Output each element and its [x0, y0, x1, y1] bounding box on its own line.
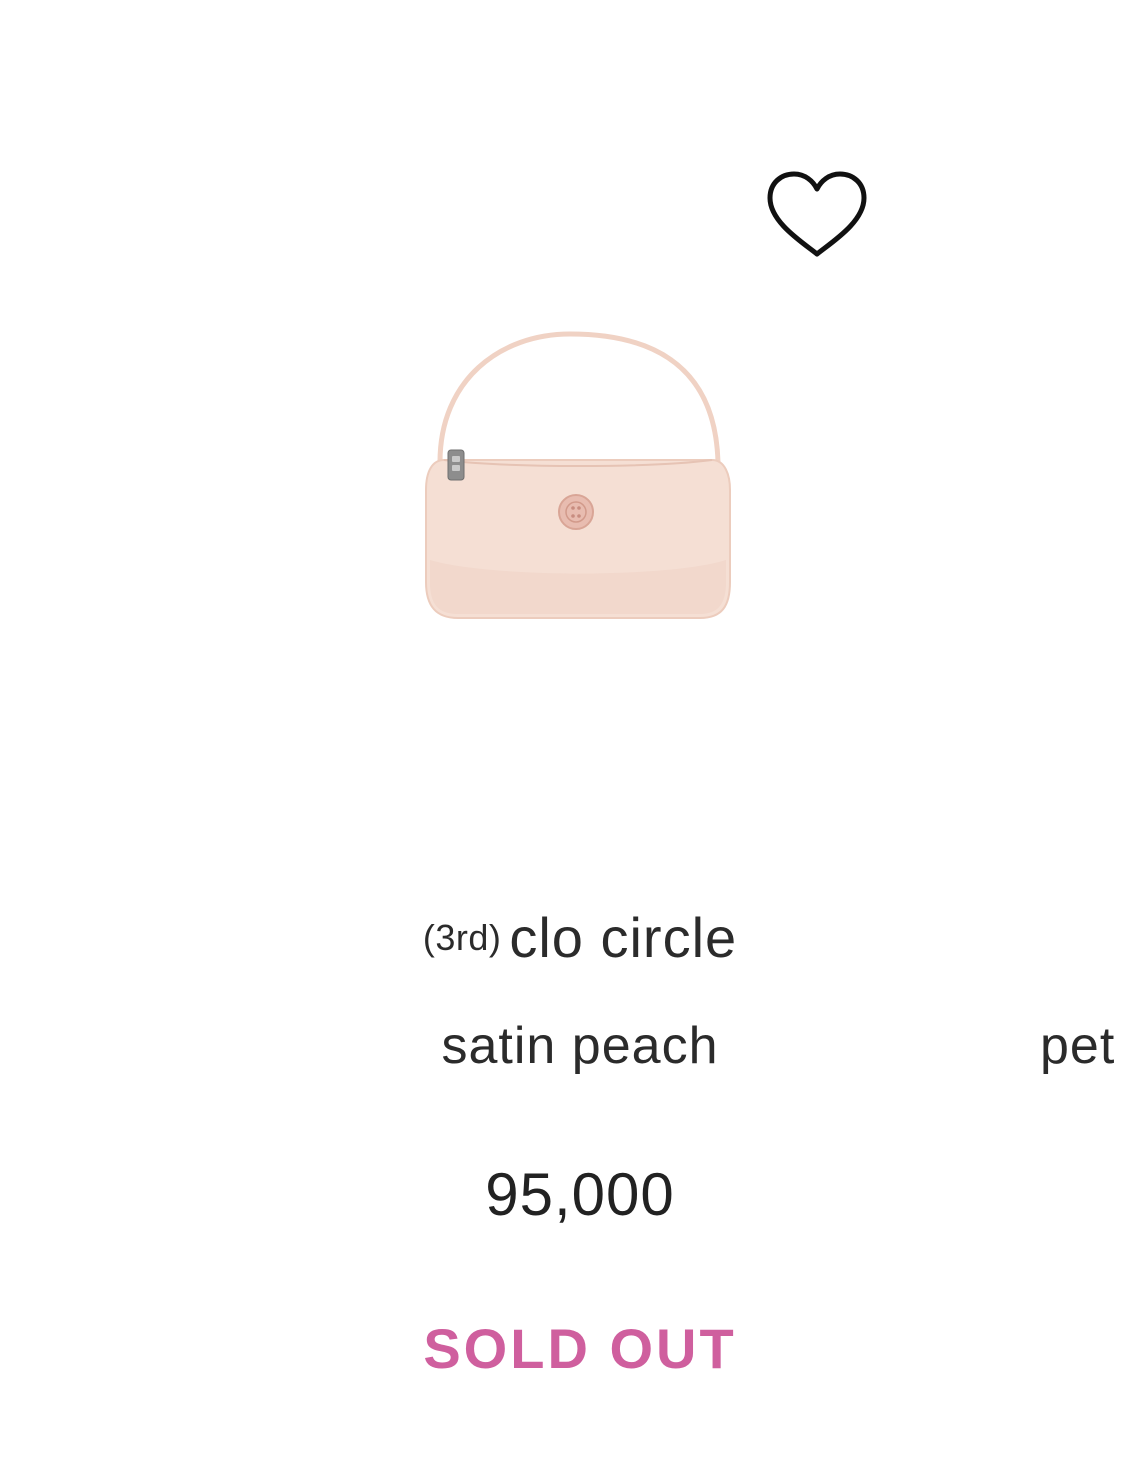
product-card[interactable]: (3rd) clo circle satin peach 95,000 SOLD … [0, 0, 1125, 1474]
next-product-title-peek[interactable]: pet [1040, 1016, 1115, 1076]
product-color-name: satin peach [441, 1017, 719, 1075]
title-name: clo circle [509, 906, 738, 969]
wishlist-heart-icon[interactable] [762, 168, 872, 264]
product-title[interactable]: (3rd) clo circle [0, 905, 1125, 970]
sold-out-badge: SOLD OUT [423, 1317, 737, 1380]
handbag-product-image[interactable] [400, 310, 760, 640]
title-prefix: (3rd) [422, 916, 502, 958]
product-price: 95,000 [485, 1161, 675, 1228]
